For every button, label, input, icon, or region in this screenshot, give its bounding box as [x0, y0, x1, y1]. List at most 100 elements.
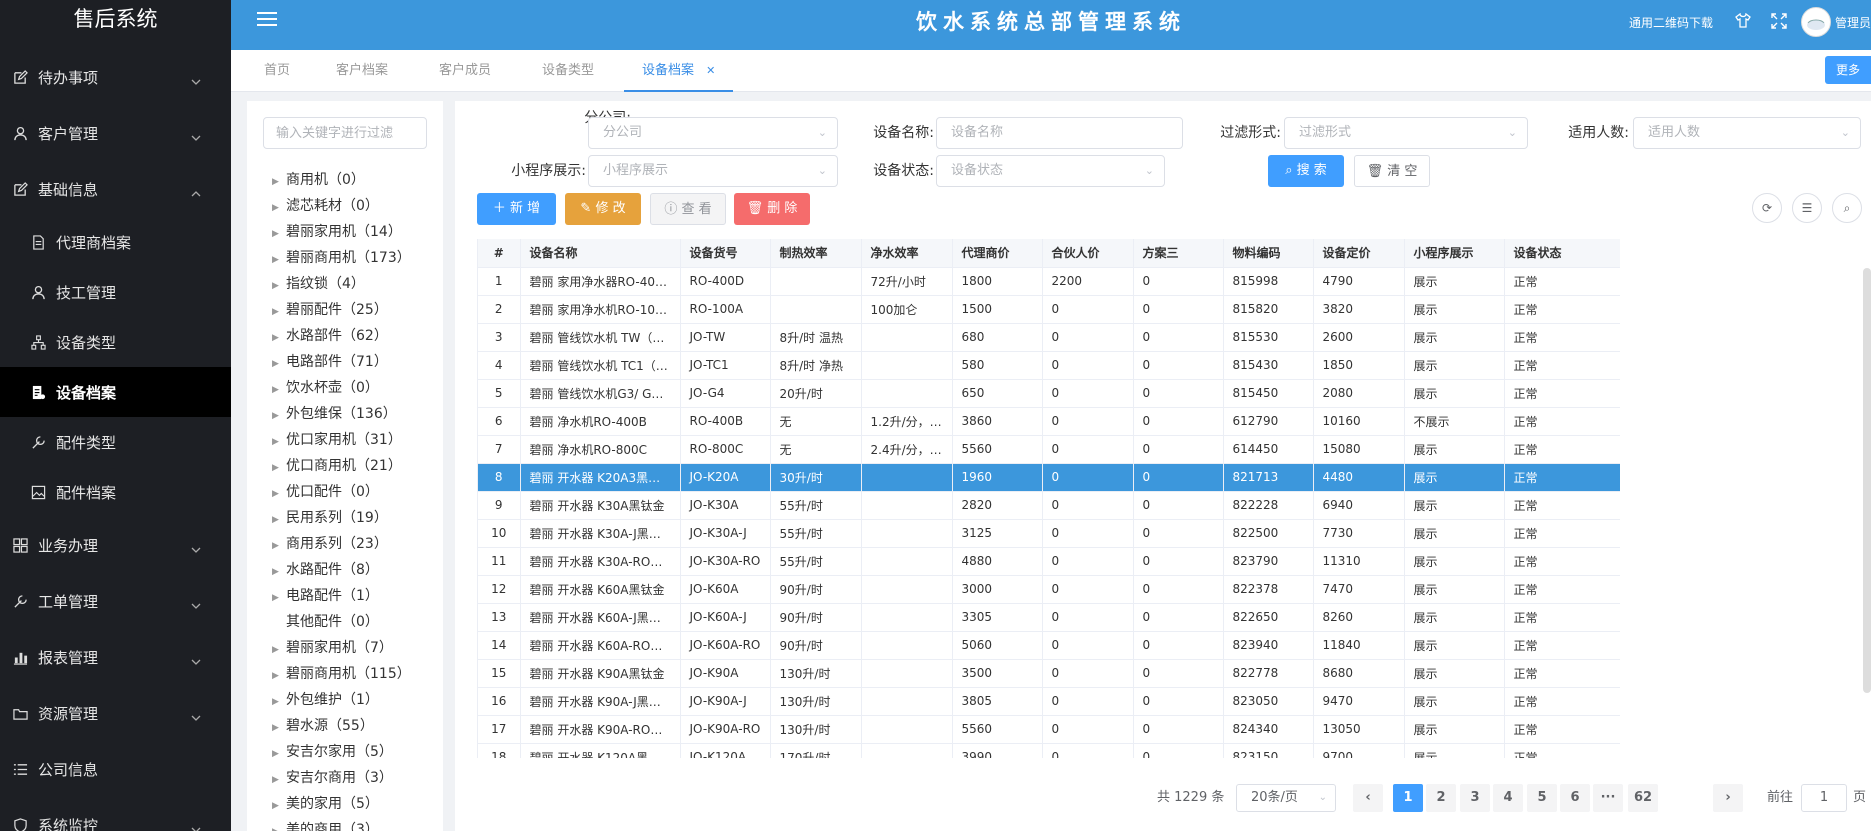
table-row[interactable]: 5 碧丽 管线饮水机G3/ G4型 JO-G4 20升/时 650 0 0 815450 208… — [478, 379, 1620, 408]
tree-node[interactable]: ▶ 安吉尔商用（3） — [272, 765, 411, 791]
goto-page-input[interactable]: 1 — [1801, 784, 1847, 812]
tab-home[interactable]: 首页 — [264, 50, 290, 92]
tree-node[interactable]: ▶ 外包维护（1） — [272, 687, 411, 713]
page-button[interactable]: 5 — [1527, 784, 1557, 812]
tree-node[interactable]: ▶ 外包维保（136） — [272, 401, 411, 427]
columns-icon[interactable]: ☰ — [1792, 193, 1822, 223]
tree-node[interactable]: ▶ 碧丽商用机（115） — [272, 661, 411, 687]
table-row[interactable]: 18 碧丽 开水器 K120A黑钛金 JO-K120A 170升/时 3990 0 0 823… — [478, 743, 1620, 758]
column-header[interactable]: 净水效率 — [861, 239, 953, 268]
page-button[interactable]: 2 — [1426, 784, 1456, 812]
table-row[interactable]: 6碧丽 净水机RO-400BRO-400B无1.2升/分，72升/时386000… — [478, 407, 1620, 436]
column-header[interactable]: 代理商价 — [952, 239, 1043, 268]
sidebar-item-reports[interactable]: 报表管理 — [0, 629, 231, 685]
page-button[interactable]: 1 — [1393, 784, 1423, 812]
page-button[interactable]: 3 — [1460, 784, 1490, 812]
tree-node[interactable]: ▶ 碧丽家用机（7） — [272, 635, 411, 661]
tree-node[interactable]: ▶ 商用机（0） — [272, 167, 411, 193]
sidebar-item-resources[interactable]: 资源管理 — [0, 685, 231, 741]
user-name[interactable]: 管理员 — [1835, 14, 1871, 31]
fullscreen-icon[interactable] — [1771, 12, 1787, 32]
sidebar-item-todo[interactable]: 待办事项 — [0, 49, 231, 105]
table-row[interactable]: 16 碧丽 开水器 K90A-J黑钛金 JO-K90A-J 130升/时 3805 0 0 8… — [478, 687, 1620, 716]
tree-node[interactable]: 其他配件（0） — [272, 609, 411, 635]
branch-select[interactable]: 分公司 ⌄ — [588, 117, 838, 149]
page-button[interactable]: ··· — [1593, 784, 1623, 812]
delete-button[interactable]: 🗑 删 除 — [734, 193, 810, 225]
status-select[interactable]: 设备状态 ⌄ — [936, 155, 1165, 187]
table-row[interactable]: 2 碧丽 家用净水机RO-100A RO-100A 100加仑 1500 0 0 815820… — [478, 295, 1620, 324]
refresh-icon[interactable]: ⟳ — [1752, 193, 1782, 223]
tree-node[interactable]: ▶ 碧丽配件（25） — [272, 297, 411, 323]
sidebar-item-business[interactable]: 业务办理 — [0, 517, 231, 573]
edit-button[interactable]: ✎ 修 改 — [565, 193, 641, 225]
table-row[interactable]: 13 碧丽 开水器 K60A-J黑钛金 JO-K60A-J 90升/时 3305 0 0 82… — [478, 603, 1620, 632]
table-row[interactable]: 8 碧丽 开水器 K20A3黑钛金 JO-K20A 30升/时 1960 0 0 821713… — [478, 463, 1620, 492]
tree-node[interactable]: ▶ 美的家用（5） — [272, 791, 411, 817]
table-row[interactable]: 14 碧丽 开水器 K60A-RO黑钛金 JO-K60A-RO 90升/时 5060 0 0… — [478, 631, 1620, 660]
tree-node[interactable]: ▶ 饮水杯壶（0） — [272, 375, 411, 401]
sidebar-item-part-archive[interactable]: 配件档案 — [0, 467, 231, 517]
column-header[interactable]: 设备货号 — [680, 239, 771, 268]
close-icon[interactable]: ✕ — [706, 64, 715, 77]
table-row[interactable]: 15 碧丽 开水器 K90A黑钛金 JO-K90A 130升/时 3500 0 0 82277… — [478, 659, 1620, 688]
sidebar-item-company[interactable]: 公司信息 — [0, 741, 231, 797]
table-row[interactable]: 3碧丽 管线饮水机 TW（落地式）JO-TW8升/时 温热68000815530… — [478, 323, 1620, 352]
column-header[interactable]: 小程序展示 — [1404, 239, 1505, 268]
tree-filter-input[interactable] — [263, 117, 427, 149]
sidebar-item-part-type[interactable]: 配件类型 — [0, 417, 231, 467]
sidebar-item-monitor[interactable]: 系统监控 — [0, 797, 231, 831]
tree-node[interactable]: ▶ 碧丽商用机（173） — [272, 245, 411, 271]
prev-page-button[interactable]: ‹ — [1353, 784, 1383, 812]
table-row[interactable]: 17 碧丽 开水器 K90A-RO黑钛金 JO-K90A-RO 130升/时 5560 0… — [478, 715, 1620, 744]
device-name-input[interactable]: 设备名称 — [936, 117, 1183, 149]
filter-type-select[interactable]: 过滤形式 ⌄ — [1284, 117, 1528, 149]
sidebar-item-technician[interactable]: 技工管理 — [0, 267, 231, 317]
tree-node[interactable]: ▶ 指纹锁（4） — [272, 271, 411, 297]
table-row[interactable]: 9 碧丽 开水器 K30A黑钛金 JO-K30A 55升/时 2820 0 0 822228 6… — [478, 491, 1620, 520]
tab-device-archive[interactable]: 设备档案 ✕ — [624, 50, 734, 92]
search-button[interactable]: ⌕ 搜 索 — [1268, 155, 1344, 187]
tree-node[interactable]: ▶ 优口家用机（31） — [272, 427, 411, 453]
tab-customer-archive[interactable]: 客户档案 — [336, 50, 388, 92]
clear-button[interactable]: 🗑 清 空 — [1354, 155, 1430, 187]
column-header[interactable]: # — [478, 239, 521, 268]
tree-node[interactable]: ▶ 安吉尔家用（5） — [272, 739, 411, 765]
sidebar-item-customers[interactable]: 客户管理 — [0, 105, 231, 161]
table-row[interactable]: 10 碧丽 开水器 K30A-J黑钛金 JO-K30A-J 55升/时 3125 0 0 82… — [478, 519, 1620, 548]
tree-node[interactable]: ▶ 碧丽家用机（14） — [272, 219, 411, 245]
sidebar-item-workorders[interactable]: 工单管理 — [0, 573, 231, 629]
tree-node[interactable]: ▶ 民用系列（19） — [272, 505, 411, 531]
view-button[interactable]: ⓘ 查 看 — [650, 193, 726, 225]
shirt-icon[interactable] — [1735, 12, 1751, 31]
tree-node[interactable]: ▶ 商用系列（23） — [272, 531, 411, 557]
next-page-button[interactable]: › — [1713, 784, 1743, 812]
column-header[interactable]: 方案三 — [1133, 239, 1224, 268]
tab-customer-members[interactable]: 客户成员 — [439, 50, 491, 92]
tree-node[interactable]: ▶ 水路配件（8） — [272, 557, 411, 583]
table-row[interactable]: 11 碧丽 开水器 K30A-RO黑钛金 JO-K30A-RO 55升/时 4880 0 0… — [478, 547, 1620, 576]
vertical-scrollbar[interactable] — [1863, 268, 1871, 693]
table-row[interactable]: 12 碧丽 开水器 K60A黑钛金 JO-K60A 90升/时 3000 0 0 822378… — [478, 575, 1620, 604]
sidebar-item-basic-info[interactable]: 基础信息 — [0, 161, 231, 217]
page-button[interactable]: 6 — [1560, 784, 1590, 812]
column-header[interactable]: 设备名称 — [520, 239, 681, 268]
more-button[interactable]: 更多 — [1825, 56, 1871, 84]
page-button[interactable]: 4 — [1493, 784, 1523, 812]
sidebar-item-agent-archive[interactable]: 代理商档案 — [0, 217, 231, 267]
tree-node[interactable]: ▶ 电路部件（71） — [272, 349, 411, 375]
search-toggle-icon[interactable]: ⌕ — [1832, 193, 1862, 223]
page-button[interactable]: 62 — [1628, 784, 1658, 812]
tab-device-type[interactable]: 设备类型 — [542, 50, 594, 92]
avatar[interactable] — [1801, 7, 1831, 37]
tree-node[interactable]: ▶ 滤芯耗材（0） — [272, 193, 411, 219]
column-header[interactable]: 合伙人价 — [1042, 239, 1134, 268]
sidebar-item-device-archive[interactable]: 设备档案 — [0, 367, 231, 417]
tree-node[interactable]: ▶ 碧水源（55） — [272, 713, 411, 739]
mini-program-select[interactable]: 小程序展示 ⌄ — [588, 155, 838, 187]
add-button[interactable]: ＋ 新 增 — [477, 193, 556, 225]
column-header[interactable]: 设备定价 — [1313, 239, 1405, 268]
tree-node[interactable]: ▶ 水路部件（62） — [272, 323, 411, 349]
tree-node[interactable]: ▶ 电路配件（1） — [272, 583, 411, 609]
column-header[interactable]: 制热效率 — [770, 239, 862, 268]
